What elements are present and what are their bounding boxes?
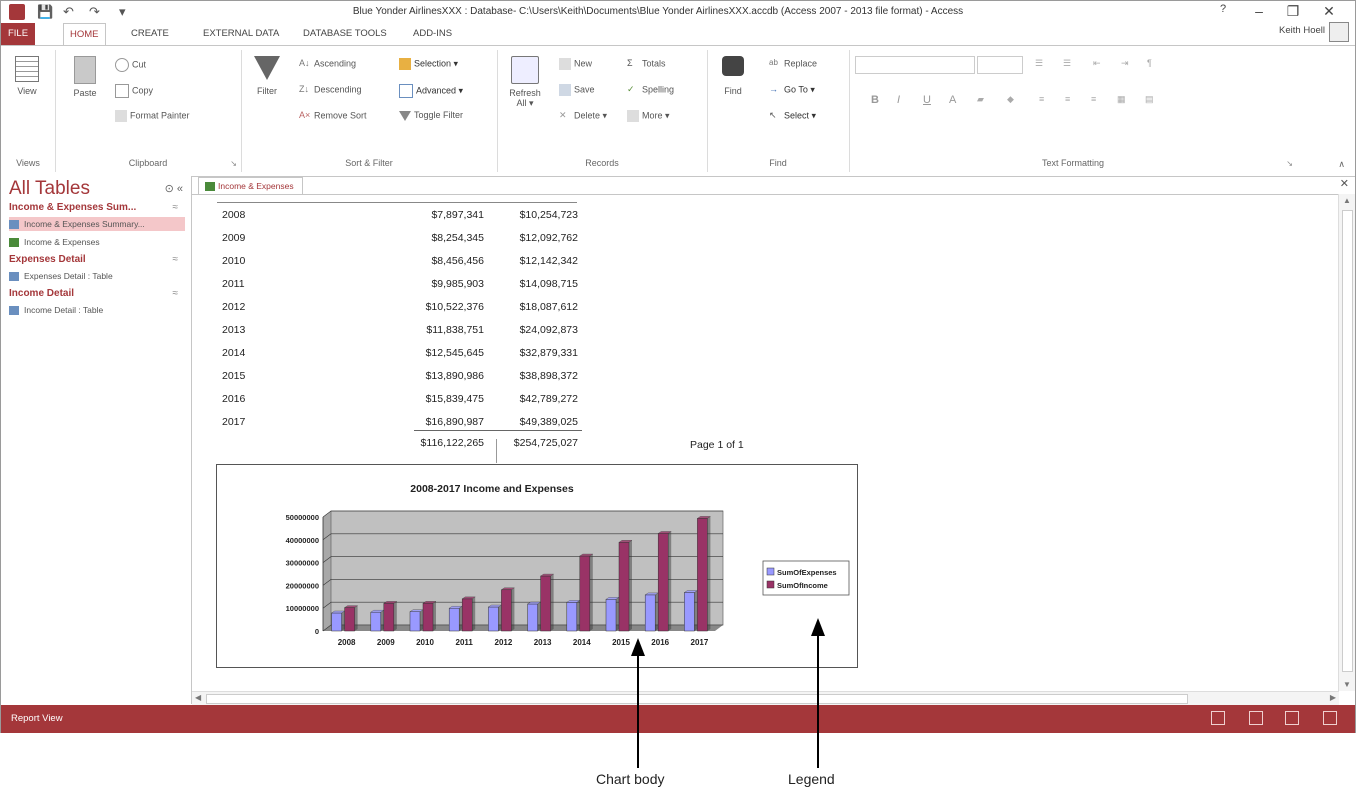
callout-legend: Legend [788, 771, 835, 787]
callout-chart-body: Chart body [596, 771, 665, 787]
callout-arrows [631, 618, 825, 768]
